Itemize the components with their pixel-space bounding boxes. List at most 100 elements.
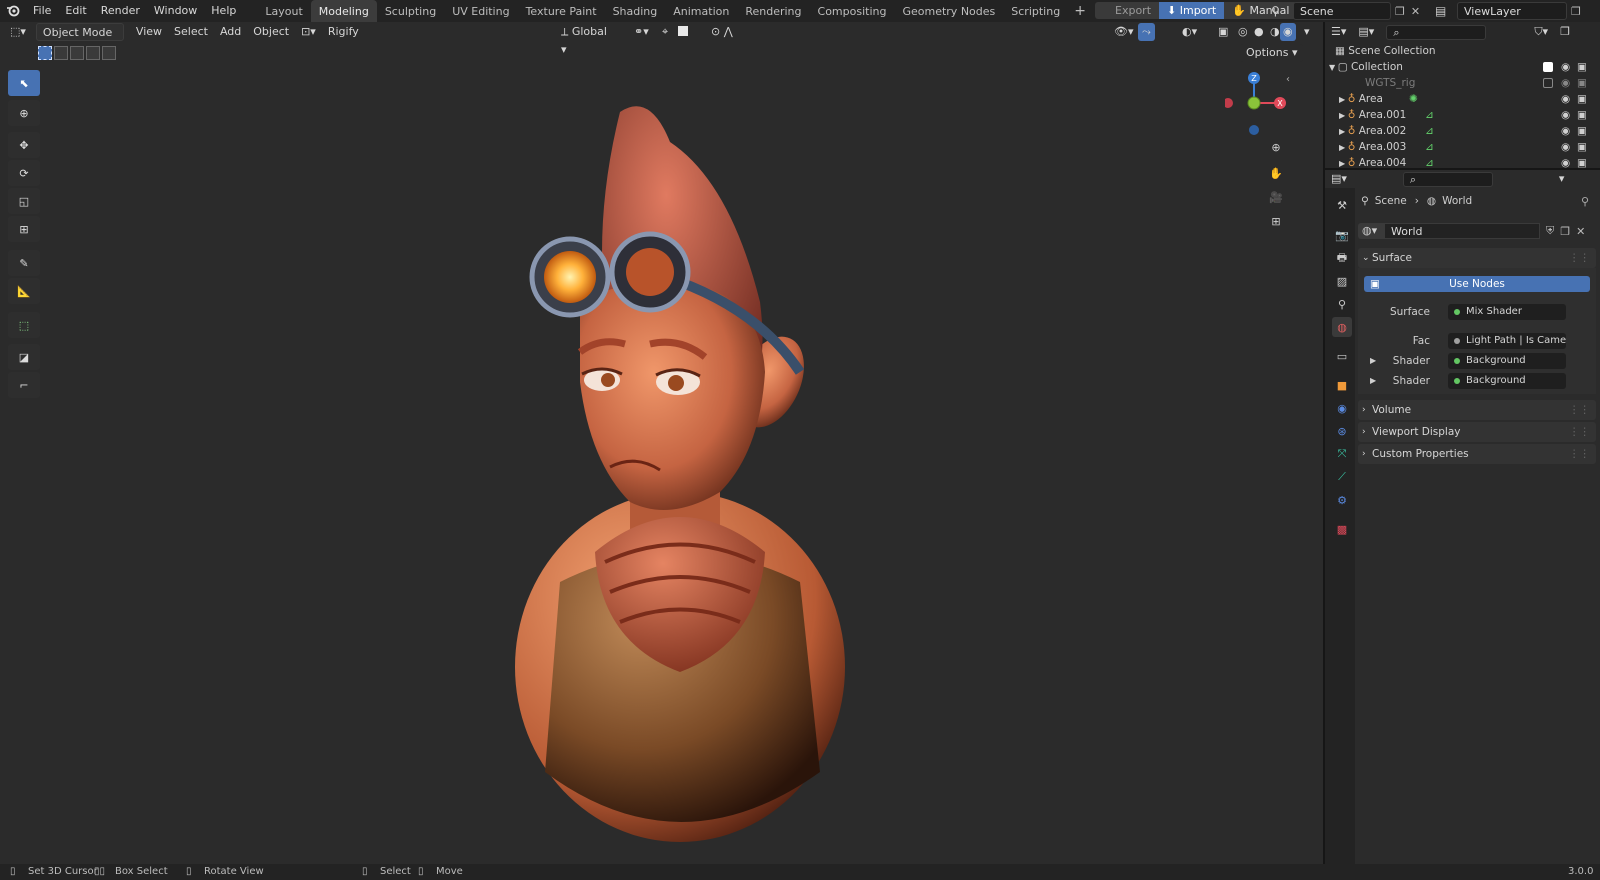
blender-logo-icon[interactable] <box>0 0 26 22</box>
menu-select[interactable]: Select <box>168 23 214 41</box>
pin-icon[interactable]: ⚲ <box>1581 195 1589 208</box>
tab-scripting[interactable]: Scripting <box>1003 0 1068 22</box>
overlay-icon[interactable]: ◐▾ <box>1176 23 1203 41</box>
orientation-dropdown[interactable]: ⟂ Global ▾ <box>555 23 621 56</box>
tab-bone-constraints[interactable]: ⚙ <box>1332 490 1352 510</box>
menu-help[interactable]: Help <box>204 0 243 22</box>
tab-animation[interactable]: Animation <box>665 0 737 22</box>
expand-arrow-icon[interactable]: ▶ <box>1339 143 1348 152</box>
outliner-editor-type-icon[interactable]: ☰▾ <box>1325 23 1352 41</box>
tab-texture-paint[interactable]: Texture Paint <box>518 0 605 22</box>
drag-handle-icon[interactable]: ⋮⋮ <box>1569 444 1590 464</box>
expand-arrow-icon[interactable]: ▶ <box>1339 159 1348 168</box>
eye-icon[interactable]: ◉ <box>1561 123 1570 139</box>
menu-object[interactable]: Object <box>247 23 295 41</box>
surface-shader-slot[interactable]: Mix Shader <box>1448 304 1566 320</box>
tab-world[interactable]: ◍ <box>1332 317 1352 337</box>
exclude-checkbox[interactable] <box>1543 62 1553 72</box>
render-camera-icon[interactable]: ▣ <box>1577 75 1587 91</box>
pan-button[interactable]: ✋ <box>1265 162 1287 184</box>
annotate-tool[interactable]: ✎ <box>8 250 40 276</box>
viewport-display-panel-header[interactable]: › Viewport Display ⋮⋮ <box>1358 422 1596 442</box>
filter-icon[interactable]: ⛉▾ <box>1528 23 1554 41</box>
pivot-icon[interactable]: ⚭▾ <box>628 23 655 41</box>
drag-handle-icon[interactable]: ⋮⋮ <box>1569 422 1590 442</box>
tab-rendering[interactable]: Rendering <box>737 0 809 22</box>
expand-arrow-icon[interactable]: ▶ <box>1339 95 1348 104</box>
tab-uv-editing[interactable]: UV Editing <box>444 0 517 22</box>
select-extend-icon[interactable] <box>54 46 68 60</box>
breadcrumb-scene[interactable]: Scene <box>1375 195 1407 207</box>
move-tool[interactable]: ✥ <box>8 132 40 158</box>
gizmo-toggle-icon[interactable]: ⤳ <box>1138 23 1155 41</box>
menu-edit[interactable]: Edit <box>58 0 93 22</box>
shader-2-slot[interactable]: Background <box>1448 373 1566 389</box>
list-item[interactable]: ▶ ♁ Area.002 ⊿ ◉ ▣ <box>1325 123 1600 139</box>
tab-layout[interactable]: Layout <box>257 0 310 22</box>
rigify-tool-2[interactable]: ⌐ <box>8 372 40 398</box>
select-new-icon[interactable] <box>38 46 52 60</box>
tab-object-data[interactable]: ⤧ <box>1332 444 1352 464</box>
tab-scene[interactable]: ⚲ <box>1332 294 1352 314</box>
list-item[interactable]: ▶ ♁ Area ✺ ◉ ▣ <box>1325 91 1600 107</box>
render-camera-icon[interactable]: ▣ <box>1577 123 1587 139</box>
scale-tool[interactable]: ◱ <box>8 188 40 214</box>
select-subtract-icon[interactable] <box>70 46 84 60</box>
use-nodes-button[interactable]: ▣ Use Nodes <box>1364 276 1590 292</box>
tab-geometry-nodes[interactable]: Geometry Nodes <box>894 0 1003 22</box>
unlink-world-icon[interactable]: ✕ <box>1576 225 1585 238</box>
tab-render[interactable]: 📷 <box>1332 225 1352 245</box>
export-button[interactable]: Export <box>1095 2 1160 19</box>
zoom-button[interactable]: ⊕ <box>1265 136 1287 158</box>
collapse-arrow-icon[interactable]: ‹ <box>1286 74 1290 85</box>
editor-type-icon[interactable]: ⬚▾ <box>4 23 32 41</box>
options-dropdown[interactable]: Options ▾ <box>1240 44 1304 62</box>
menu-rigify[interactable]: Rigify <box>322 23 365 41</box>
menu-window[interactable]: Window <box>147 0 204 22</box>
camera-view-button[interactable]: 🎥 <box>1265 186 1287 208</box>
tab-sculpting[interactable]: Sculpting <box>377 0 444 22</box>
view-layer-field[interactable]: ViewLayer <box>1457 2 1567 20</box>
fac-input-slot[interactable]: Light Path | Is Camera ... <box>1448 333 1566 349</box>
menu-file[interactable]: File <box>26 0 58 22</box>
menu-add[interactable]: Add <box>214 23 247 41</box>
select-intersect-icon[interactable] <box>102 46 116 60</box>
view-layer-selector[interactable]: ▤ ViewLayer ❐ <box>1435 2 1581 20</box>
render-camera-icon[interactable]: ▣ <box>1577 91 1587 107</box>
proportional-edit-icon[interactable]: ⊙ ⋀ <box>705 23 739 41</box>
drag-handle-icon[interactable]: ⋮⋮ <box>1569 400 1590 420</box>
display-mode-icon[interactable]: ▤▾ <box>1352 23 1380 41</box>
tab-modifiers[interactable]: ◉ <box>1332 398 1352 418</box>
tab-compositing[interactable]: Compositing <box>810 0 895 22</box>
list-item[interactable]: ▶ ♁ Area.001 ⊿ ◉ ▣ <box>1325 107 1600 123</box>
scene-selector[interactable]: ⚲ Scene ❐ ✕ <box>1271 2 1420 20</box>
object-mode-dropdown[interactable]: Object Mode ▾ <box>35 23 124 57</box>
select-box-tool[interactable]: ⬉ <box>8 70 40 96</box>
expand-arrow-icon[interactable]: ▶ <box>1339 127 1348 136</box>
world-selector[interactable]: ◍▾ World ⛨ ❐ ✕ <box>1358 222 1596 240</box>
eye-icon[interactable]: ◉ <box>1561 59 1570 75</box>
transform-tool[interactable]: ⊞ <box>8 216 40 242</box>
volume-panel-header[interactable]: › Volume ⋮⋮ <box>1358 400 1596 420</box>
eye-icon[interactable]: ◉ <box>1561 155 1570 168</box>
snap-icon[interactable]: ⌖ <box>656 23 674 41</box>
tab-particles[interactable]: ⊛ <box>1332 421 1352 441</box>
eye-icon[interactable]: ◉ <box>1561 139 1570 155</box>
breadcrumb-world[interactable]: World <box>1442 195 1472 207</box>
render-camera-icon[interactable]: ▣ <box>1577 155 1587 168</box>
properties-options-icon[interactable]: ▾ <box>1553 170 1571 188</box>
import-button[interactable]: ⬇ Import <box>1159 2 1225 19</box>
tab-tool[interactable]: ⚒ <box>1332 195 1352 215</box>
properties-editor-type-icon[interactable]: ▤▾ <box>1325 170 1353 188</box>
list-item[interactable]: ▶ ♁ Area.003 ⊿ ◉ ▣ <box>1325 139 1600 155</box>
shader-1-slot[interactable]: Background <box>1448 353 1566 369</box>
rigify-tool-1[interactable]: ◪ <box>8 344 40 370</box>
render-camera-icon[interactable]: ▣ <box>1577 107 1587 123</box>
tab-modeling[interactable]: Modeling <box>310 0 377 22</box>
tab-texture[interactable]: ▩ <box>1332 519 1352 539</box>
tab-object[interactable]: ■ <box>1332 375 1352 395</box>
properties-search-field[interactable]: ⌕ <box>1402 171 1493 187</box>
scene-collection-row[interactable]: ▦ Scene Collection <box>1325 43 1600 59</box>
visibility-icon[interactable]: 👁▾ <box>1108 23 1140 41</box>
tab-view-layer[interactable]: ▨ <box>1332 271 1352 291</box>
